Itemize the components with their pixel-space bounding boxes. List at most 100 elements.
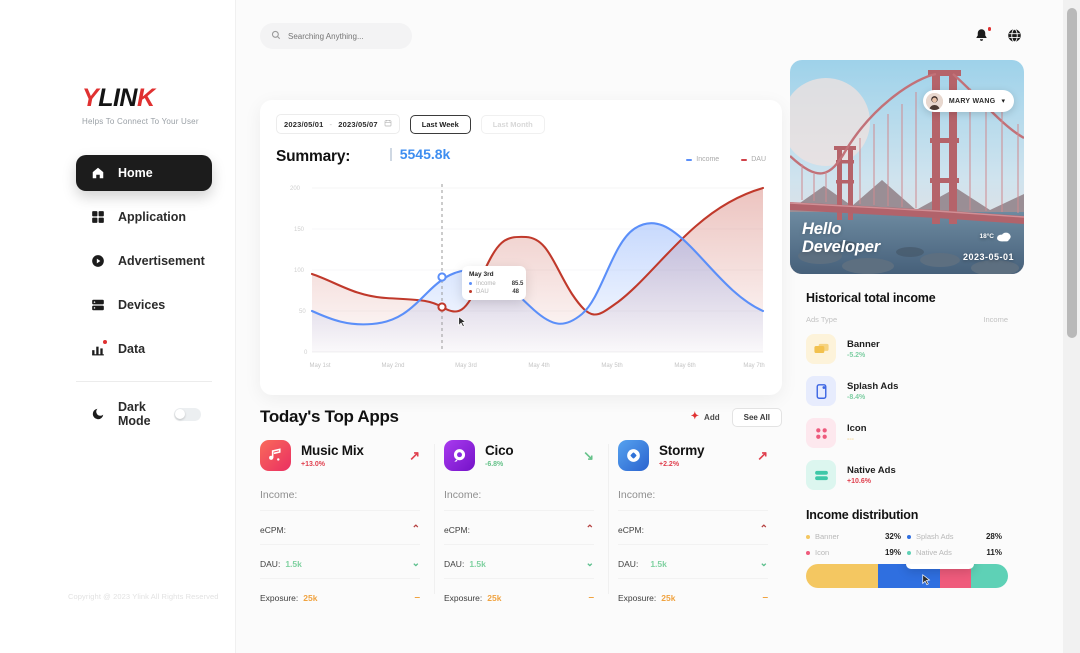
app-card-stormy[interactable]: Stormy +2.2% ↗ Income: eCPM: ⌃ DAU: 1.5k… bbox=[608, 440, 782, 603]
ads-row-icon[interactable]: Icon --- bbox=[806, 414, 1008, 452]
distribution-splash[interactable]: Splash Ads 28% bbox=[907, 532, 1008, 541]
metric-exposure: Exposure: 25k – bbox=[260, 593, 420, 604]
metric-label: Exposure: bbox=[618, 593, 657, 603]
ads-delta: --- bbox=[847, 436, 854, 443]
segment-last-week[interactable]: Last Week bbox=[409, 114, 471, 134]
distribution-legend-row: Banner 32% Splash Ads 28% bbox=[806, 532, 1008, 541]
distribution-icon[interactable]: Icon 19% bbox=[806, 548, 907, 557]
chart-tooltip-row-dau: DAU 48 bbox=[469, 289, 519, 295]
distribution-segment-banner[interactable] bbox=[806, 564, 878, 588]
summary-title: Summary: bbox=[276, 147, 351, 165]
legend-income-label: Income bbox=[696, 156, 720, 163]
ads-row-splash[interactable]: Splash Ads -8.4% bbox=[806, 372, 1008, 410]
dash-icon: – bbox=[588, 592, 594, 603]
ads-text: Native Ads +10.6% bbox=[847, 465, 896, 485]
hero-card: MARY WANG ▾ 18°C Hello Developer 2023-05… bbox=[790, 60, 1024, 274]
metric-value: 1.5k bbox=[469, 559, 486, 569]
native-pct: 11% bbox=[986, 548, 1002, 557]
svg-text:May 3rd: May 3rd bbox=[455, 363, 477, 369]
app-card-music-mix[interactable]: Music Mix +13.0% ↗ Income: eCPM: ⌃ DAU: … bbox=[260, 440, 434, 603]
dark-mode-label: Dark Mode bbox=[118, 400, 151, 428]
ads-row-native[interactable]: Native Ads +10.6% bbox=[806, 456, 1008, 494]
data-notification-dot bbox=[103, 339, 107, 344]
top-apps-actions: ✦ Add See All bbox=[691, 407, 782, 427]
legend-dau-label: DAU bbox=[751, 156, 766, 163]
distribution-icon-item: Icon bbox=[806, 548, 885, 557]
metric-divider bbox=[260, 544, 420, 545]
metric-divider bbox=[618, 578, 768, 579]
sidebar-item-home[interactable]: Home bbox=[76, 155, 212, 191]
distribution-bar[interactable]: splash ads 28% bbox=[806, 564, 1008, 588]
main-content: 2023/05/01 - 2023/05/07 Last Week Last M… bbox=[236, 0, 1063, 653]
distribution-native[interactable]: Native Ads 11% bbox=[907, 548, 1008, 557]
cico-app-icon bbox=[444, 440, 475, 471]
app-card-cico[interactable]: Cico -6.8% ↘ Income: eCPM: ⌃ DAU: 1.5k ⌄ bbox=[434, 440, 608, 603]
caret-up-icon: ⌃ bbox=[759, 524, 768, 535]
metric-label: Exposure: bbox=[444, 593, 483, 603]
sidebar-item-devices[interactable]: Devices bbox=[76, 287, 212, 323]
metric-ecpm: eCPM: ⌃ bbox=[618, 524, 768, 536]
legend-income[interactable]: Income bbox=[686, 156, 719, 163]
page-scrollbar[interactable] bbox=[1063, 0, 1080, 653]
trend-down-icon: ↘ bbox=[583, 448, 594, 463]
add-app-button[interactable]: ✦ Add bbox=[691, 412, 720, 422]
icon-swatch bbox=[806, 550, 810, 555]
metric-ecpm: eCPM: ⌃ bbox=[444, 524, 594, 536]
sidebar-item-label: Home bbox=[118, 166, 153, 180]
sidebar-item-advertisement[interactable]: Advertisement bbox=[76, 243, 212, 279]
segment-last-month[interactable]: Last Month bbox=[480, 114, 545, 134]
banner-label: Banner bbox=[815, 532, 840, 541]
user-chip[interactable]: MARY WANG ▾ bbox=[922, 90, 1014, 112]
metric-value: 25k bbox=[487, 593, 502, 603]
sidebar-item-dark-mode[interactable]: Dark Mode bbox=[76, 396, 212, 432]
distribution-segment-native[interactable] bbox=[970, 564, 1008, 588]
globe-icon[interactable] bbox=[1007, 28, 1023, 44]
summary-card: 2023/05/01 - 2023/05/07 Last Week Last M… bbox=[260, 100, 782, 395]
chevron-down-icon[interactable]: ▾ bbox=[1001, 97, 1005, 105]
caret-down-icon: ⌄ bbox=[411, 558, 420, 569]
distribution-tooltip-value: 28% bbox=[913, 564, 967, 565]
svg-text:May 6th: May 6th bbox=[674, 363, 695, 369]
tooltip-dau-dot bbox=[469, 290, 472, 293]
app-name-block: Music Mix +13.0% bbox=[301, 443, 364, 468]
dark-mode-toggle[interactable] bbox=[173, 407, 201, 421]
brand-wordmark: YLINK bbox=[82, 84, 155, 113]
bell-icon[interactable] bbox=[974, 27, 991, 44]
metric-divider bbox=[260, 510, 420, 511]
caret-down-icon: ⌄ bbox=[585, 558, 594, 569]
sidebar-item-data[interactable]: Data bbox=[76, 331, 212, 367]
date-range-picker[interactable]: 2023/05/01 - 2023/05/07 bbox=[276, 114, 400, 134]
metric-value: 1.5k bbox=[650, 559, 667, 569]
sidebar-item-application[interactable]: Application bbox=[76, 199, 212, 235]
ads-row-banner[interactable]: Banner -5.2% bbox=[806, 330, 1008, 368]
ads-name: Icon bbox=[847, 423, 867, 434]
see-all-button[interactable]: See All bbox=[731, 407, 782, 427]
distribution-banner[interactable]: Banner 32% bbox=[806, 532, 907, 541]
app-name: Stormy bbox=[659, 443, 705, 458]
column-income: Income bbox=[983, 315, 1008, 324]
legend-dau[interactable]: DAU bbox=[741, 156, 766, 163]
date-to: 2023/05/07 bbox=[338, 119, 378, 129]
ads-delta: -5.2% bbox=[847, 352, 866, 359]
date-from: 2023/05/01 bbox=[284, 119, 324, 129]
scrollbar-thumb[interactable] bbox=[1067, 8, 1077, 338]
trend-up-icon: ↗ bbox=[757, 448, 768, 463]
search-box[interactable] bbox=[260, 23, 412, 49]
hero-greeting: Hello Developer bbox=[802, 220, 880, 256]
ads-delta: -8.4% bbox=[847, 394, 866, 401]
metric-divider bbox=[444, 510, 594, 511]
summary-value-wrap: 5545.8k bbox=[390, 146, 450, 162]
tooltip-income-label: Income bbox=[476, 280, 496, 287]
svg-text:50: 50 bbox=[299, 309, 306, 315]
distribution-splash-item: Splash Ads bbox=[907, 532, 986, 541]
app-header: Stormy +2.2% ↗ bbox=[618, 440, 768, 471]
splash-swatch bbox=[907, 534, 911, 539]
search-input[interactable] bbox=[288, 31, 398, 41]
add-label: Add bbox=[704, 412, 720, 422]
metric-exposure: Exposure: 25k – bbox=[618, 593, 768, 604]
metric-dau: DAU: 1.5k ⌄ bbox=[618, 559, 768, 570]
brand-tagline: Helps To Connect To Your User bbox=[82, 117, 199, 126]
banner-swatch bbox=[806, 534, 810, 539]
summary-chart[interactable]: 200 150 100 50 0 May 1st May 2nd May 3rd… bbox=[276, 174, 766, 379]
caret-up-icon: ⌃ bbox=[585, 524, 594, 535]
